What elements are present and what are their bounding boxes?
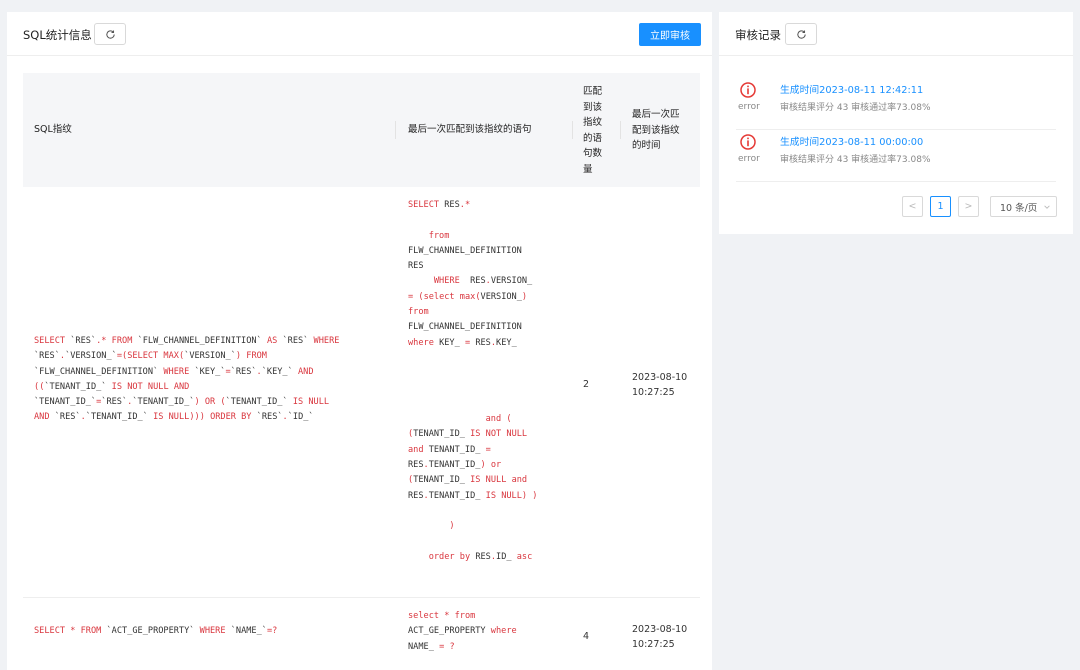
header-match-count: 匹配 到该 指纹 的语 句数 量 [583,86,603,175]
error-circle-icon [740,134,756,150]
sql-fingerprint-cell: SELECT `RES`.* FROM `FLW_CHANNEL_DEFINIT… [34,336,340,423]
header-sql-fingerprint: SQL指纹 [34,124,72,135]
column-divider [572,121,573,139]
table-header: SQL指纹 最后一次匹配到该指纹的语句 匹配 到该 指纹 的语 句数 量 最后一… [23,73,700,187]
panel-title: 审核记录 [735,28,781,42]
record-meta: 审核结果评分 43 审核通过率73.08% [780,155,931,165]
record-status: error [738,102,760,112]
match-count-cell: 2 [583,379,590,390]
audit-records-header: 审核记录 [719,12,1073,56]
sql-statistics-header: SQL统计信息 立即审核 [7,12,712,56]
last-time-cell: 2023-08-10 10:27:25 [632,624,688,650]
error-circle-icon [740,82,756,98]
record-time-link[interactable]: 生成时间2023-08-11 12:42:11 [780,82,923,96]
table-row: SELECT * FROM `ACT_GE_PROPERTY` WHERE `N… [23,598,700,670]
page-size-select[interactable]: 10 条/页 [990,196,1057,217]
refresh-icon [796,29,806,39]
pagination-next-button[interactable]: > [958,196,979,217]
table-row: SELECT `RES`.* FROM `FLW_CHANNEL_DEFINIT… [23,187,700,598]
page-size-label: 10 条/页 [1000,202,1038,214]
record-time-link[interactable]: 生成时间2023-08-11 00:00:00 [780,134,923,148]
pagination-page-1[interactable]: 1 [930,196,951,217]
last-statement-cell: select * from ACT_GE_PROPERTY where NAME… [408,611,517,652]
column-divider [395,121,396,139]
last-statement-cell: SELECT RES.* from FLW_CHANNEL_DEFINITION… [408,200,538,562]
audit-records-panel: 审核记录 error 生成时间2023-08-11 12:42:11 审核结果评… [719,12,1073,234]
refresh-records-button[interactable] [785,23,817,45]
refresh-sql-button[interactable] [94,23,126,45]
sql-statistics-panel: SQL统计信息 立即审核 SQL指纹 最后一次匹配到该指纹的语句 匹配 到该 指… [7,12,712,670]
pagination-prev-button[interactable]: < [902,196,923,217]
audit-record-item[interactable]: error 生成时间2023-08-11 00:00:00 审核结果评分 43 … [736,130,1056,182]
header-last-time: 最后一次匹 配到该指纹 的时间 [632,109,680,151]
column-divider [620,121,621,139]
match-count-cell: 4 [583,631,590,642]
record-meta: 审核结果评分 43 审核通过率73.08% [780,103,931,113]
record-status: error [738,154,760,164]
audit-record-item[interactable]: error 生成时间2023-08-11 12:42:11 审核结果评分 43 … [736,78,1056,130]
refresh-icon [105,29,115,39]
chevron-down-icon [1044,204,1051,209]
audit-now-button[interactable]: 立即审核 [639,23,701,46]
panel-title: SQL统计信息 [23,28,92,42]
sql-fingerprint-cell: SELECT * FROM `ACT_GE_PROPERTY` WHERE `N… [34,626,278,636]
last-time-cell: 2023-08-10 10:27:25 [632,372,688,398]
header-last-statement: 最后一次匹配到该指纹的语句 [408,124,532,135]
